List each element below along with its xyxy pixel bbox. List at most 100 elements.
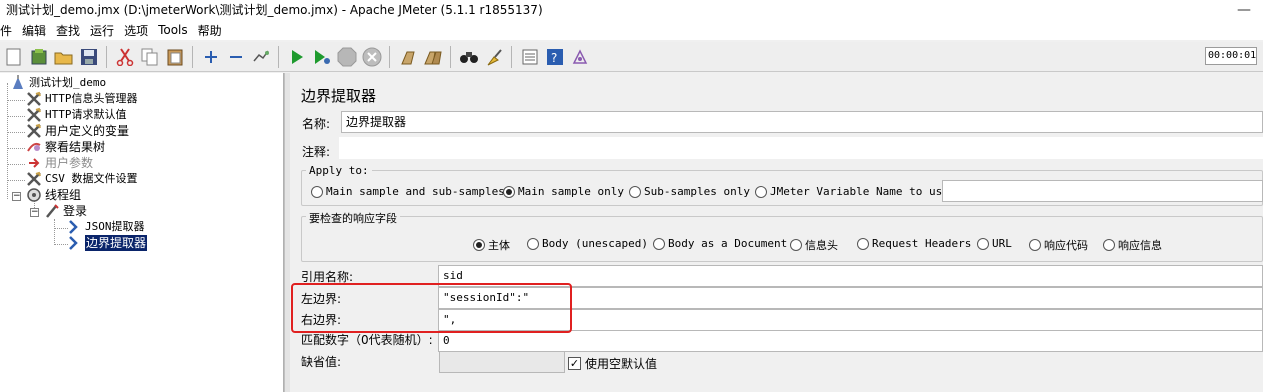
tree-item-login[interactable]: 登录 <box>44 203 87 219</box>
config-element-icon <box>26 171 42 187</box>
cut-icon[interactable] <box>114 46 136 68</box>
tree-item-test-plan[interactable]: 测试计划_demo <box>10 75 106 91</box>
copy-icon[interactable] <box>139 46 161 68</box>
apply-to-title: Apply to: <box>306 164 372 177</box>
toolbar: ? 00:00:01 <box>0 42 1263 72</box>
config-element-icon <box>26 107 42 123</box>
toggle-icon[interactable] <box>250 46 272 68</box>
tree-item-label: 测试计划_demo <box>29 76 107 89</box>
config-element-icon <box>26 123 42 139</box>
log-viewer-icon[interactable] <box>569 46 591 68</box>
tree-item-boundary-extractor[interactable]: 边界提取器 <box>66 235 148 251</box>
field-body-radio[interactable]: 主体 <box>473 237 510 253</box>
collapse-icon[interactable] <box>225 46 247 68</box>
comment-field[interactable] <box>339 137 1263 159</box>
checkbox-box: ✓ <box>568 357 581 370</box>
field-body-unescaped-radio[interactable]: Body (unescaped) <box>527 237 648 250</box>
split-pane-divider[interactable] <box>284 73 290 392</box>
tree-item-label: JSON提取器 <box>85 220 145 233</box>
menu-tools[interactable]: Tools <box>158 23 188 37</box>
shutdown-icon[interactable] <box>361 46 383 68</box>
radio-label: Main sample and sub-samples <box>326 185 505 198</box>
radio-label: Body as a Document <box>668 237 788 250</box>
thread-group-icon <box>26 187 42 203</box>
checkbox-label: 使用空默认值 <box>585 357 658 371</box>
radio-label: Main sample only <box>518 185 624 198</box>
tree-item-request-defaults[interactable]: HTTP请求默认值 <box>26 107 127 123</box>
menu-file[interactable]: 件 <box>0 22 12 39</box>
variable-name-field[interactable] <box>942 180 1263 202</box>
name-field[interactable]: 边界提取器 <box>341 111 1263 133</box>
menu-search[interactable]: 查找 <box>56 22 80 39</box>
apply-sub-only-radio[interactable]: Sub-samples only <box>629 185 750 198</box>
search-icon[interactable] <box>458 46 480 68</box>
tree-connector <box>7 132 25 133</box>
menu-edit[interactable]: 编辑 <box>22 22 46 39</box>
open-icon[interactable] <box>53 46 75 68</box>
tree-item-json-extractor[interactable]: JSON提取器 <box>66 219 145 235</box>
radio-label: 主体 <box>488 239 510 252</box>
templates-icon[interactable] <box>28 46 50 68</box>
default-value-label: 缺省值: <box>301 355 342 369</box>
field-headers-radio[interactable]: 信息头 <box>790 237 838 253</box>
toolbar-separator <box>450 45 451 68</box>
tree-item-label: 察看结果树 <box>45 140 106 154</box>
svg-text:?: ? <box>551 51 557 65</box>
reset-search-icon[interactable] <box>483 46 505 68</box>
match-number-label: 匹配数字（0代表随机）: <box>301 333 433 347</box>
tree-item-header-manager[interactable]: HTTP信息头管理器 <box>26 91 138 107</box>
radio-dot <box>311 185 323 198</box>
tree-collapse-toggle[interactable]: − <box>12 192 21 201</box>
tree-item-label: HTTP请求默认值 <box>45 108 127 121</box>
tree-item-view-results-tree[interactable]: 察看结果树 <box>26 139 105 155</box>
start-icon[interactable] <box>286 46 308 68</box>
field-response-code-radio[interactable]: 响应代码 <box>1029 237 1088 253</box>
tree-connector <box>7 100 25 101</box>
tree-item-label-selected: 边界提取器 <box>85 235 148 251</box>
radio-label: 响应信息 <box>1118 239 1162 252</box>
tree-connector <box>7 116 25 117</box>
radio-dot <box>527 237 539 250</box>
tree-connector <box>54 219 55 245</box>
tree-connector <box>7 180 25 181</box>
field-request-headers-radio[interactable]: Request Headers <box>857 237 971 250</box>
tree-collapse-toggle[interactable]: − <box>30 208 39 217</box>
tree-item-user-parameters[interactable]: 用户参数 <box>26 155 93 171</box>
tree-item-label: CSV 数据文件设置 <box>45 172 138 185</box>
apply-variable-radio[interactable]: JMeter Variable Name to use <box>755 185 949 198</box>
field-url-radio[interactable]: URL <box>977 237 1012 250</box>
field-response-message-radio[interactable]: 响应信息 <box>1103 237 1162 253</box>
stop-icon[interactable] <box>336 46 358 68</box>
menu-help[interactable]: 帮助 <box>198 22 222 39</box>
tree-item-user-variables[interactable]: 用户定义的变量 <box>26 123 129 139</box>
menu-run[interactable]: 运行 <box>90 22 114 39</box>
menu-bar: 件 编辑 查找 运行 选项 Tools 帮助 <box>0 20 1263 40</box>
help-icon[interactable]: ? <box>544 46 566 68</box>
tree-item-thread-group[interactable]: 线程组 <box>26 187 81 203</box>
save-icon[interactable] <box>78 46 100 68</box>
use-empty-default-checkbox[interactable]: ✓ 使用空默认值 <box>568 355 657 372</box>
radio-label: Request Headers <box>872 237 972 250</box>
test-plan-tree: − − 测试计划_demo HTTP信息头管理器 HTTP请求默认值 用户定义的… <box>0 73 284 392</box>
match-number-field[interactable]: 0 <box>438 330 1263 352</box>
start-no-pause-icon[interactable] <box>311 46 333 68</box>
apply-main-only-radio[interactable]: Main sample only <box>503 185 624 198</box>
menu-options[interactable]: 选项 <box>124 22 148 39</box>
tree-connector <box>7 148 25 149</box>
tree-item-csv-data-set[interactable]: CSV 数据文件设置 <box>26 171 138 187</box>
field-body-document-radio[interactable]: Body as a Document <box>653 237 787 250</box>
function-helper-icon[interactable] <box>519 46 541 68</box>
new-icon[interactable] <box>3 46 25 68</box>
clear-icon[interactable] <box>397 46 419 68</box>
tree-item-label: 线程组 <box>45 188 82 202</box>
clear-all-icon[interactable] <box>422 46 444 68</box>
radio-dot <box>629 185 641 198</box>
paste-icon[interactable] <box>164 46 186 68</box>
minimize-button[interactable]: — <box>1237 0 1251 20</box>
apply-main-and-sub-radio[interactable]: Main sample and sub-samples <box>311 185 505 198</box>
tree-item-label: 用户定义的变量 <box>45 124 130 138</box>
default-value-field[interactable] <box>439 351 565 373</box>
toolbar-separator <box>511 45 512 68</box>
window-title-bar: 测试计划_demo.jmx (D:\jmeterWork\测试计划_demo.j… <box>0 0 1263 20</box>
expand-icon[interactable] <box>200 46 222 68</box>
